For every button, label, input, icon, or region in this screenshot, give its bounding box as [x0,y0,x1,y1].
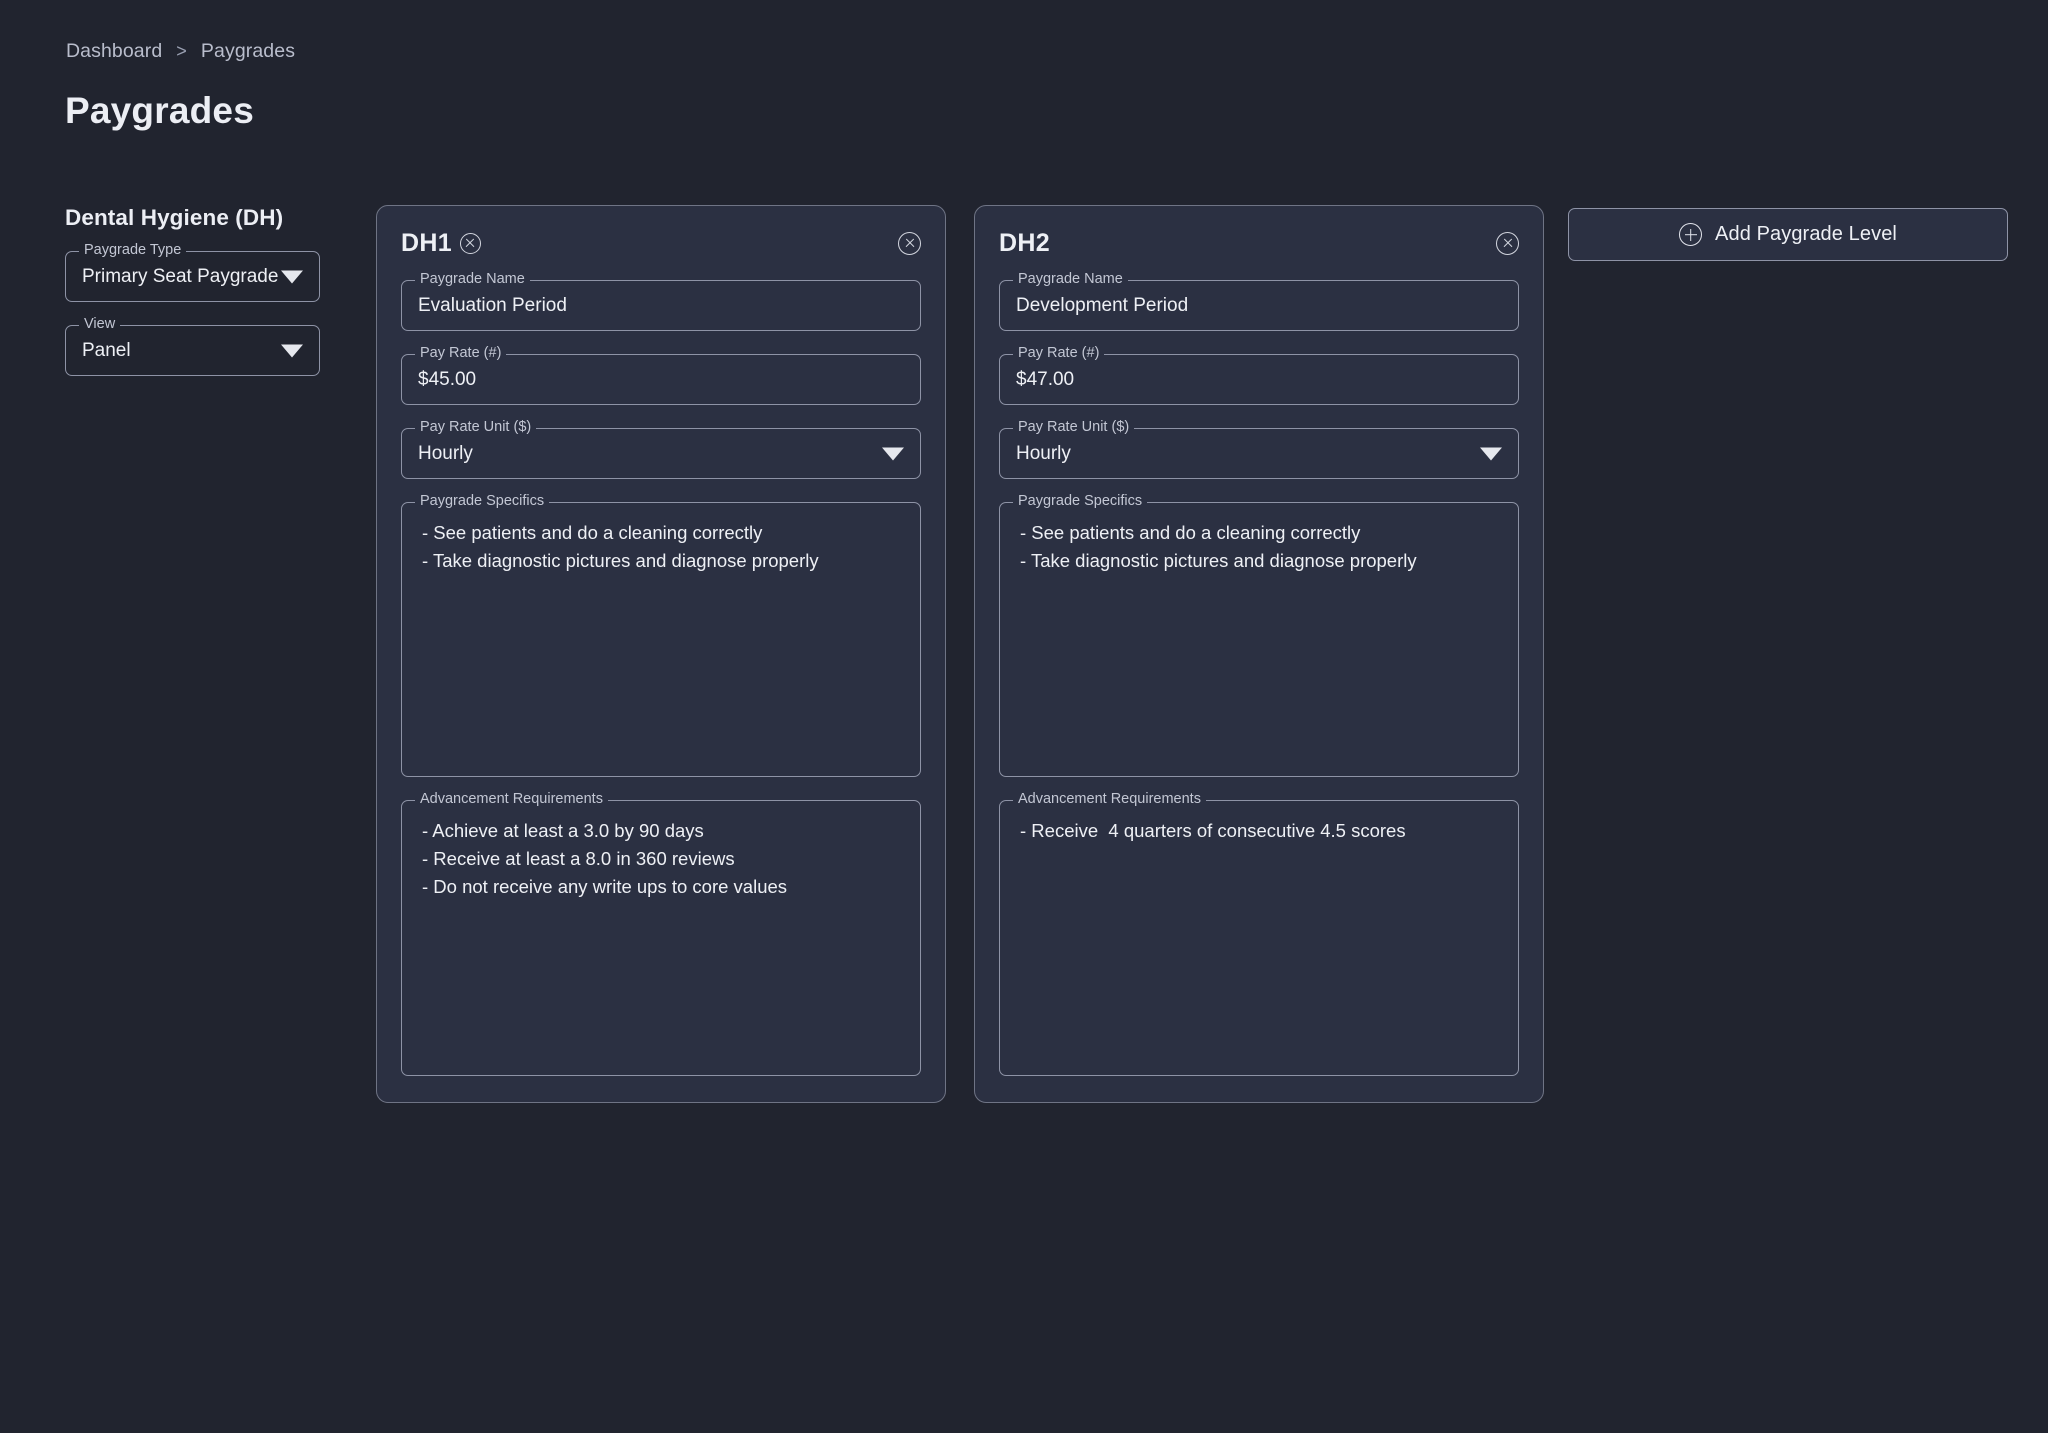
close-circle-icon[interactable] [459,232,481,254]
breadcrumb-separator: > [176,41,187,61]
chevron-down-icon [882,447,904,460]
chevron-down-icon [1480,447,1502,460]
pay-rate-unit-value: Hourly [418,443,473,464]
paygrades-page: Dashboard > Paygrades Paygrades Dental H… [0,0,2048,1433]
close-circle-icon[interactable] [898,231,921,255]
advancement-requirements-textarea[interactable]: - Achieve at least a 3.0 by 90 days - Re… [402,801,920,1075]
paygrade-name-label: Paygrade Name [1013,272,1128,287]
pay-rate-label: Pay Rate (#) [415,346,507,361]
advancement-requirements-field[interactable]: Advancement Requirements - Receive 4 qua… [999,792,1519,1076]
pay-rate-label: Pay Rate (#) [1013,346,1105,361]
breadcrumb-item-paygrades[interactable]: Paygrades [201,40,295,63]
breadcrumb: Dashboard > Paygrades [66,40,295,63]
pay-rate-input[interactable]: $45.00 [402,355,920,404]
paygrade-group-title: Dental Hygiene (DH) [65,205,284,230]
card-header-left: DH2 [999,229,1050,258]
card-title: DH1 [401,228,452,257]
paygrade-name-field[interactable]: Paygrade Name Evaluation Period [401,272,921,331]
view-select[interactable]: View Panel [65,317,320,376]
card-header: DH2 [999,228,1519,258]
pay-rate-unit-select[interactable]: Pay Rate Unit ($) Hourly [999,420,1519,479]
paygrade-name-field[interactable]: Paygrade Name Development Period [999,272,1519,331]
paygrade-specifics-field[interactable]: Paygrade Specifics - See patients and do… [401,494,921,777]
page-title: Paygrades [65,90,254,131]
card-header-left: DH1 [401,229,481,258]
advancement-requirements-textarea[interactable]: - Receive 4 quarters of consecutive 4.5 … [1000,801,1518,1075]
chevron-down-icon [281,344,303,357]
paygrade-specifics-textarea[interactable]: - See patients and do a cleaning correct… [402,503,920,776]
paygrade-name-input[interactable]: Development Period [1000,281,1518,330]
paygrade-card: DH1 Paygrade Name Evaluation Period Pay … [376,205,946,1103]
breadcrumb-item-dashboard[interactable]: Dashboard [66,40,162,63]
card-title: DH2 [999,228,1050,257]
paygrade-type-select[interactable]: Paygrade Type Primary Seat Paygrade [65,243,320,302]
card-header: DH1 [401,228,921,258]
add-paygrade-level-label: Add Paygrade Level [1715,223,1897,245]
paygrade-name-input[interactable]: Evaluation Period [402,281,920,330]
add-paygrade-level-button[interactable]: Add Paygrade Level [1568,208,2008,261]
paygrade-name-label: Paygrade Name [415,272,530,287]
advancement-requirements-field[interactable]: Advancement Requirements - Achieve at le… [401,792,921,1076]
pay-rate-unit-select[interactable]: Pay Rate Unit ($) Hourly [401,420,921,479]
view-label: View [79,317,121,332]
paygrade-specifics-textarea[interactable]: - See patients and do a cleaning correct… [1000,503,1518,776]
pay-rate-unit-value: Hourly [1016,443,1071,464]
advancement-requirements-label: Advancement Requirements [415,792,608,807]
paygrade-card: DH2 Paygrade Name Development Period Pay… [974,205,1544,1103]
pay-rate-unit-label: Pay Rate Unit ($) [415,420,537,435]
paygrade-specifics-label: Paygrade Specifics [415,494,550,509]
chevron-down-icon [281,270,303,283]
paygrade-specifics-field[interactable]: Paygrade Specifics - See patients and do… [999,494,1519,777]
pay-rate-field[interactable]: Pay Rate (#) $45.00 [401,346,921,405]
sidebar-filters: Dental Hygiene (DH) Paygrade Type Primar… [65,205,320,399]
paygrade-type-label: Paygrade Type [79,243,187,258]
advancement-requirements-label: Advancement Requirements [1013,792,1206,807]
close-circle-icon[interactable] [1496,231,1519,255]
paygrade-specifics-label: Paygrade Specifics [1013,494,1148,509]
pay-rate-field[interactable]: Pay Rate (#) $47.00 [999,346,1519,405]
pay-rate-input[interactable]: $47.00 [1000,355,1518,404]
pay-rate-unit-label: Pay Rate Unit ($) [1013,420,1135,435]
paygrade-cards: DH1 Paygrade Name Evaluation Period Pay … [376,205,1544,1103]
plus-circle-icon [1679,223,1703,246]
